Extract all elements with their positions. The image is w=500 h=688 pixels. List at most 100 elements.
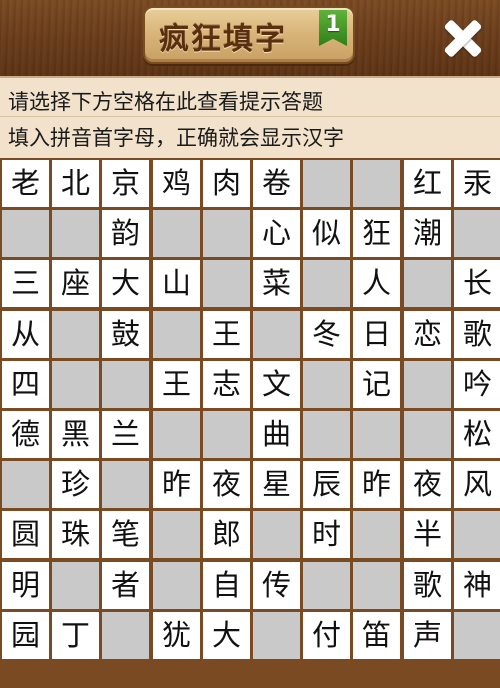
close-button[interactable] [438,14,488,64]
letter-cell[interactable]: 王 [153,361,200,408]
letter-cell[interactable]: 从 [2,311,49,358]
letter-cell[interactable]: 时 [303,511,350,558]
letter-cell[interactable]: 座 [52,260,99,307]
letter-cell[interactable]: 日 [353,311,400,358]
letter-cell[interactable]: 肉 [203,160,250,207]
letter-cell[interactable]: 辰 [303,461,350,508]
letter-cell[interactable]: 鼓 [102,311,149,358]
letter-cell[interactable]: 四 [2,361,49,408]
letter-cell[interactable]: 鸡 [153,160,200,207]
letter-cell[interactable]: 韵 [102,210,149,257]
empty-cell[interactable] [153,562,200,609]
letter-cell[interactable]: 红 [404,160,451,207]
empty-cell[interactable] [2,461,49,508]
letter-cell[interactable]: 昨 [153,461,200,508]
empty-cell[interactable] [353,411,400,458]
letter-cell[interactable]: 园 [2,612,49,659]
letter-cell[interactable]: 珠 [52,511,99,558]
empty-cell[interactable] [303,562,350,609]
letter-cell[interactable]: 明 [2,562,49,609]
letter-cell[interactable]: 珍 [52,461,99,508]
letter-cell[interactable]: 神 [454,562,500,609]
empty-cell[interactable] [52,210,99,257]
letter-cell[interactable]: 松 [454,411,500,458]
empty-cell[interactable] [454,511,500,558]
letter-cell[interactable]: 汞 [454,160,500,207]
empty-cell[interactable] [253,511,300,558]
empty-cell[interactable] [303,361,350,408]
letter-cell[interactable]: 传 [253,562,300,609]
empty-cell[interactable] [353,511,400,558]
letter-cell[interactable]: 志 [203,361,250,408]
letter-cell[interactable]: 似 [303,210,350,257]
empty-cell[interactable] [353,562,400,609]
letter-cell[interactable]: 曲 [253,411,300,458]
letter-cell[interactable]: 三 [2,260,49,307]
empty-cell[interactable] [253,311,300,358]
letter-cell[interactable]: 半 [404,511,451,558]
letter-cell[interactable]: 夜 [203,461,250,508]
empty-cell[interactable] [153,210,200,257]
letter-cell[interactable]: 郎 [203,511,250,558]
empty-cell[interactable] [52,562,99,609]
empty-cell[interactable] [303,160,350,207]
letter-cell[interactable]: 文 [253,361,300,408]
empty-cell[interactable] [52,311,99,358]
letter-cell[interactable]: 菜 [253,260,300,307]
letter-cell[interactable]: 大 [203,612,250,659]
letter-cell[interactable]: 笔 [102,511,149,558]
empty-cell[interactable] [303,411,350,458]
letter-cell[interactable]: 恋 [404,311,451,358]
empty-cell[interactable] [102,461,149,508]
empty-cell[interactable] [203,411,250,458]
letter-cell[interactable]: 风 [454,461,500,508]
letter-cell[interactable]: 大 [102,260,149,307]
empty-cell[interactable] [203,210,250,257]
empty-cell[interactable] [102,612,149,659]
letter-cell[interactable]: 老 [2,160,49,207]
letter-cell[interactable]: 德 [2,411,49,458]
letter-cell[interactable]: 狂 [353,210,400,257]
letter-cell[interactable]: 冬 [303,311,350,358]
letter-cell[interactable]: 者 [102,562,149,609]
letter-cell[interactable]: 声 [404,612,451,659]
letter-cell[interactable]: 昨 [353,461,400,508]
letter-cell[interactable]: 京 [102,160,149,207]
letter-cell[interactable]: 记 [353,361,400,408]
empty-cell[interactable] [153,311,200,358]
empty-cell[interactable] [52,361,99,408]
letter-cell[interactable]: 夜 [404,461,451,508]
letter-cell[interactable]: 歌 [404,562,451,609]
letter-cell[interactable]: 黑 [52,411,99,458]
empty-cell[interactable] [102,361,149,408]
empty-cell[interactable] [203,260,250,307]
letter-cell[interactable]: 北 [52,160,99,207]
letter-cell[interactable]: 潮 [404,210,451,257]
empty-cell[interactable] [303,260,350,307]
letter-cell[interactable]: 丁 [52,612,99,659]
letter-cell[interactable]: 星 [253,461,300,508]
letter-cell[interactable]: 歌 [454,311,500,358]
letter-cell[interactable]: 兰 [102,411,149,458]
letter-cell[interactable]: 心 [253,210,300,257]
letter-cell[interactable]: 圆 [2,511,49,558]
letter-cell[interactable]: 付 [303,612,350,659]
empty-cell[interactable] [454,210,500,257]
letter-cell[interactable]: 王 [203,311,250,358]
empty-cell[interactable] [153,511,200,558]
empty-cell[interactable] [2,210,49,257]
letter-cell[interactable]: 笛 [353,612,400,659]
letter-cell[interactable]: 卷 [253,160,300,207]
empty-cell[interactable] [353,160,400,207]
empty-cell[interactable] [253,612,300,659]
empty-cell[interactable] [404,260,451,307]
letter-cell[interactable]: 自 [203,562,250,609]
empty-cell[interactable] [153,411,200,458]
letter-cell[interactable]: 人 [353,260,400,307]
letter-cell[interactable]: 长 [454,260,500,307]
letter-cell[interactable]: 山 [153,260,200,307]
empty-cell[interactable] [454,612,500,659]
empty-cell[interactable] [404,361,451,408]
letter-cell[interactable]: 犹 [153,612,200,659]
letter-cell[interactable]: 吟 [454,361,500,408]
